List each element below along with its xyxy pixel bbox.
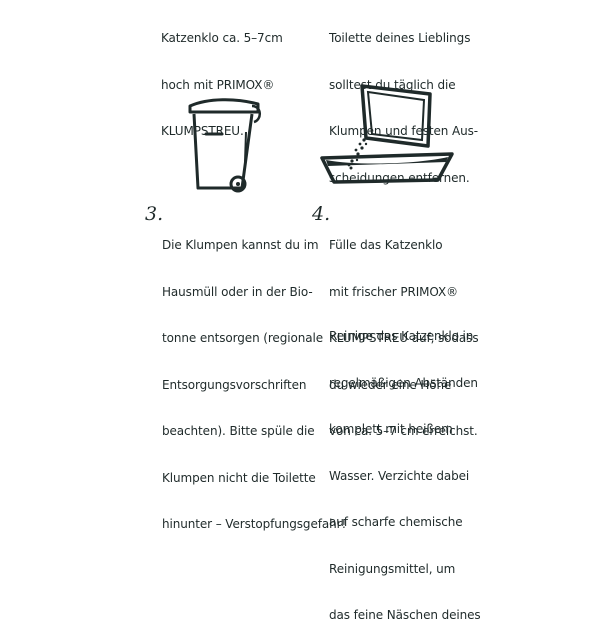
text-line: das feine Näschen deines bbox=[329, 608, 481, 622]
text-line: Die Klumpen kannst du im bbox=[162, 238, 319, 252]
text-line: hinunter – Verstopfungsgefahr! bbox=[162, 517, 347, 531]
text-line: beachten). Bitte spüle die bbox=[162, 424, 315, 438]
text-line: Hausmüll oder in der Bio- bbox=[162, 284, 313, 299]
cleaning-text: Reinige das Katzenklo in regelmäßigen Ab… bbox=[329, 298, 481, 639]
step-3-text: Die Klumpen kannst du im Hausmüll oder i… bbox=[162, 207, 346, 548]
text-line: Wasser. Verzichte dabei bbox=[329, 468, 470, 483]
text-line: auf scharfe chemische bbox=[329, 515, 463, 529]
text-line: Entsorgungsvorschriften bbox=[162, 377, 307, 392]
text-line: regelmäßigen Abständen bbox=[329, 375, 478, 390]
text-line: Toilette deines Lieblings bbox=[329, 31, 471, 45]
step-number-4: 4. bbox=[312, 203, 331, 225]
trash-bin-icon bbox=[188, 98, 261, 193]
text-line: Reinigungsmittel, um bbox=[329, 561, 456, 576]
litter-pouring-icon bbox=[320, 84, 454, 184]
text-line: hoch mit PRIMOX® bbox=[161, 77, 275, 92]
text-line: komplett mit heißem bbox=[329, 422, 453, 436]
text-line: Katzenklo ca. 5–7cm bbox=[161, 31, 283, 45]
text-line: Reinige das Katzenklo in bbox=[329, 329, 474, 343]
step-number-3: 3. bbox=[145, 203, 164, 225]
text-line: Fülle das Katzenklo bbox=[329, 238, 443, 252]
text-line: Klumpen nicht die Toilette bbox=[162, 470, 316, 485]
text-line: tonne entsorgen (regionale bbox=[162, 331, 323, 345]
